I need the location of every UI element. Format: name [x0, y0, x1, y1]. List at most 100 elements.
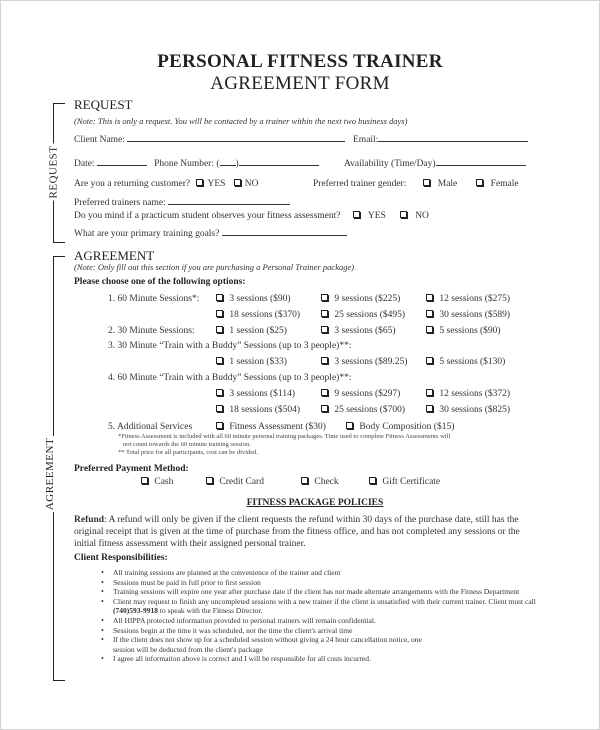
checkbox[interactable] — [216, 294, 223, 302]
email-label: Email: — [353, 135, 379, 145]
checkbox[interactable] — [426, 294, 433, 302]
list-item: Training sessions will expire one year a… — [101, 587, 541, 597]
fitness-assessment-choice[interactable]: Fitness Assessment ($30) — [216, 422, 326, 432]
checkbox[interactable] — [141, 477, 148, 485]
option-3-choice[interactable]: 1 session ($33) — [216, 357, 287, 367]
returning-no-checkbox[interactable] — [233, 179, 241, 187]
email-field[interactable] — [378, 133, 529, 142]
responsibilities-list: All training sessions are planned at the… — [101, 568, 541, 664]
checkbox[interactable] — [206, 477, 213, 485]
checkbox[interactable] — [426, 405, 433, 413]
list-item: Sessions begin at the time it was schedu… — [101, 626, 541, 636]
option-3-choice[interactable]: 3 sessions ($89.25) — [321, 357, 407, 367]
refund-text: : A refund will only be given if the cli… — [74, 515, 520, 549]
fitness-director-phone: (740)593-9918 — [113, 606, 158, 616]
list-item: If the client does not show up for a sch… — [101, 635, 541, 654]
option-2-choice[interactable]: 3 sessions ($65) — [321, 326, 396, 336]
option-1-choice[interactable]: 9 sessions ($225) — [321, 294, 400, 304]
option-1-choice[interactable]: 30 sessions ($589) — [426, 310, 510, 320]
list-item-text: Client may request to finish any uncompl… — [113, 596, 536, 606]
choice-label: 25 sessions ($495) — [334, 310, 406, 320]
practicum-no-label: NO — [415, 211, 429, 221]
checkbox[interactable] — [216, 357, 223, 365]
choice-label: 1 session ($25) — [229, 326, 287, 336]
refund-label: Refund — [74, 515, 105, 525]
checkbox[interactable] — [346, 422, 353, 430]
choice-label: Credit Card — [219, 477, 264, 487]
checkbox[interactable] — [216, 310, 223, 318]
choice-label: 5 sessions ($130) — [439, 357, 506, 367]
choice-label: 30 sessions ($825) — [439, 405, 511, 415]
phone-area-code-field[interactable] — [219, 157, 236, 166]
option-4-choice[interactable]: 3 sessions ($114) — [216, 389, 295, 399]
checkbox[interactable] — [369, 477, 376, 485]
date-field[interactable] — [96, 157, 147, 166]
goals-field[interactable] — [221, 227, 347, 236]
choice-label: 3 sessions ($90) — [229, 294, 291, 304]
checkbox[interactable] — [216, 405, 223, 413]
goals-label: What are your primary training goals? — [74, 229, 220, 239]
availability-field[interactable] — [435, 157, 526, 166]
client-name-field[interactable] — [127, 133, 346, 142]
gender-label: Preferred trainer gender: — [313, 179, 407, 189]
footnote-fitness-assessment: *Fitness Assessment is included with all… — [118, 433, 451, 440]
checkbox[interactable] — [321, 326, 328, 334]
option-1-choice[interactable]: 12 sessions ($275) — [426, 294, 510, 304]
option-4-choice[interactable]: 9 sessions ($297) — [321, 389, 400, 399]
list-item: All HIPPA protected information provided… — [101, 616, 541, 626]
returning-customer-row: Are you a returning customer? YES NO — [74, 179, 259, 189]
email-row: Email: — [353, 133, 529, 145]
checkbox[interactable] — [321, 310, 328, 318]
checkbox[interactable] — [426, 310, 433, 318]
payment-credit-card[interactable]: Credit Card — [206, 477, 264, 487]
checkbox[interactable] — [426, 326, 433, 334]
payment-gift-certificate[interactable]: Gift Certificate — [369, 477, 440, 487]
choice-label: 18 sessions ($504) — [229, 405, 301, 415]
payment-cash[interactable]: Cash — [141, 477, 173, 487]
checkbox[interactable] — [216, 422, 223, 430]
choice-label: 25 sessions ($700) — [334, 405, 406, 415]
gender-row: Preferred trainer gender: Male Female — [313, 179, 519, 189]
option-2-choice[interactable]: 5 sessions ($90) — [426, 326, 501, 336]
choice-label: 3 sessions ($89.25) — [334, 357, 408, 367]
choice-label: 18 sessions ($370) — [229, 310, 301, 320]
practicum-yes-checkbox[interactable] — [352, 211, 360, 219]
gender-female-checkbox[interactable] — [475, 179, 483, 187]
goals-row: What are your primary training goals? — [74, 227, 347, 239]
option-2-choice[interactable]: 1 session ($25) — [216, 326, 287, 336]
checkbox[interactable] — [216, 326, 223, 334]
option-4-choice[interactable]: 18 sessions ($504) — [216, 405, 300, 415]
payment-check[interactable]: Check — [301, 477, 339, 487]
date-phone-row: Date: Phone Number: () — [74, 157, 319, 169]
list-item: All training sessions are planned at the… — [101, 568, 541, 578]
practicum-row: Do you mind if a practicum student obser… — [74, 211, 429, 221]
practicum-no-checkbox[interactable] — [400, 211, 408, 219]
option-3-label: 3. 30 Minute “Train with a Buddy” Sessio… — [108, 341, 352, 351]
body-composition-choice[interactable]: Body Composition ($15) — [346, 422, 454, 432]
option-4-choice[interactable]: 25 sessions ($700) — [321, 405, 405, 415]
option-4-choice[interactable]: 12 sessions ($372) — [426, 389, 510, 399]
option-4-choice[interactable]: 30 sessions ($825) — [426, 405, 510, 415]
phone-label: Phone Number: ( — [154, 159, 220, 169]
payment-method-label: Preferred Payment Method: — [74, 464, 189, 474]
returning-yes-checkbox[interactable] — [196, 179, 204, 187]
phone-number-field[interactable] — [238, 157, 319, 166]
trainer-name-field[interactable] — [168, 196, 291, 205]
checkbox[interactable] — [216, 389, 223, 397]
refund-policy: Refund: A refund will only be given if t… — [74, 514, 544, 550]
checkbox[interactable] — [321, 357, 328, 365]
checkbox[interactable] — [321, 389, 328, 397]
list-item: Client may request to finish any uncompl… — [101, 597, 541, 616]
checkbox[interactable] — [301, 477, 308, 485]
option-1-choice[interactable]: 3 sessions ($90) — [216, 294, 291, 304]
checkbox[interactable] — [426, 357, 433, 365]
option-1-choice[interactable]: 18 sessions ($370) — [216, 310, 300, 320]
checkbox[interactable] — [426, 389, 433, 397]
option-1-choice[interactable]: 25 sessions ($495) — [321, 310, 405, 320]
checkbox[interactable] — [321, 294, 328, 302]
availability-label: Availability (Time/Day) — [344, 159, 436, 169]
option-3-choice[interactable]: 5 sessions ($130) — [426, 357, 505, 367]
checkbox[interactable] — [321, 405, 328, 413]
list-item: I agree all information above is correct… — [101, 654, 541, 664]
gender-male-checkbox[interactable] — [422, 179, 430, 187]
